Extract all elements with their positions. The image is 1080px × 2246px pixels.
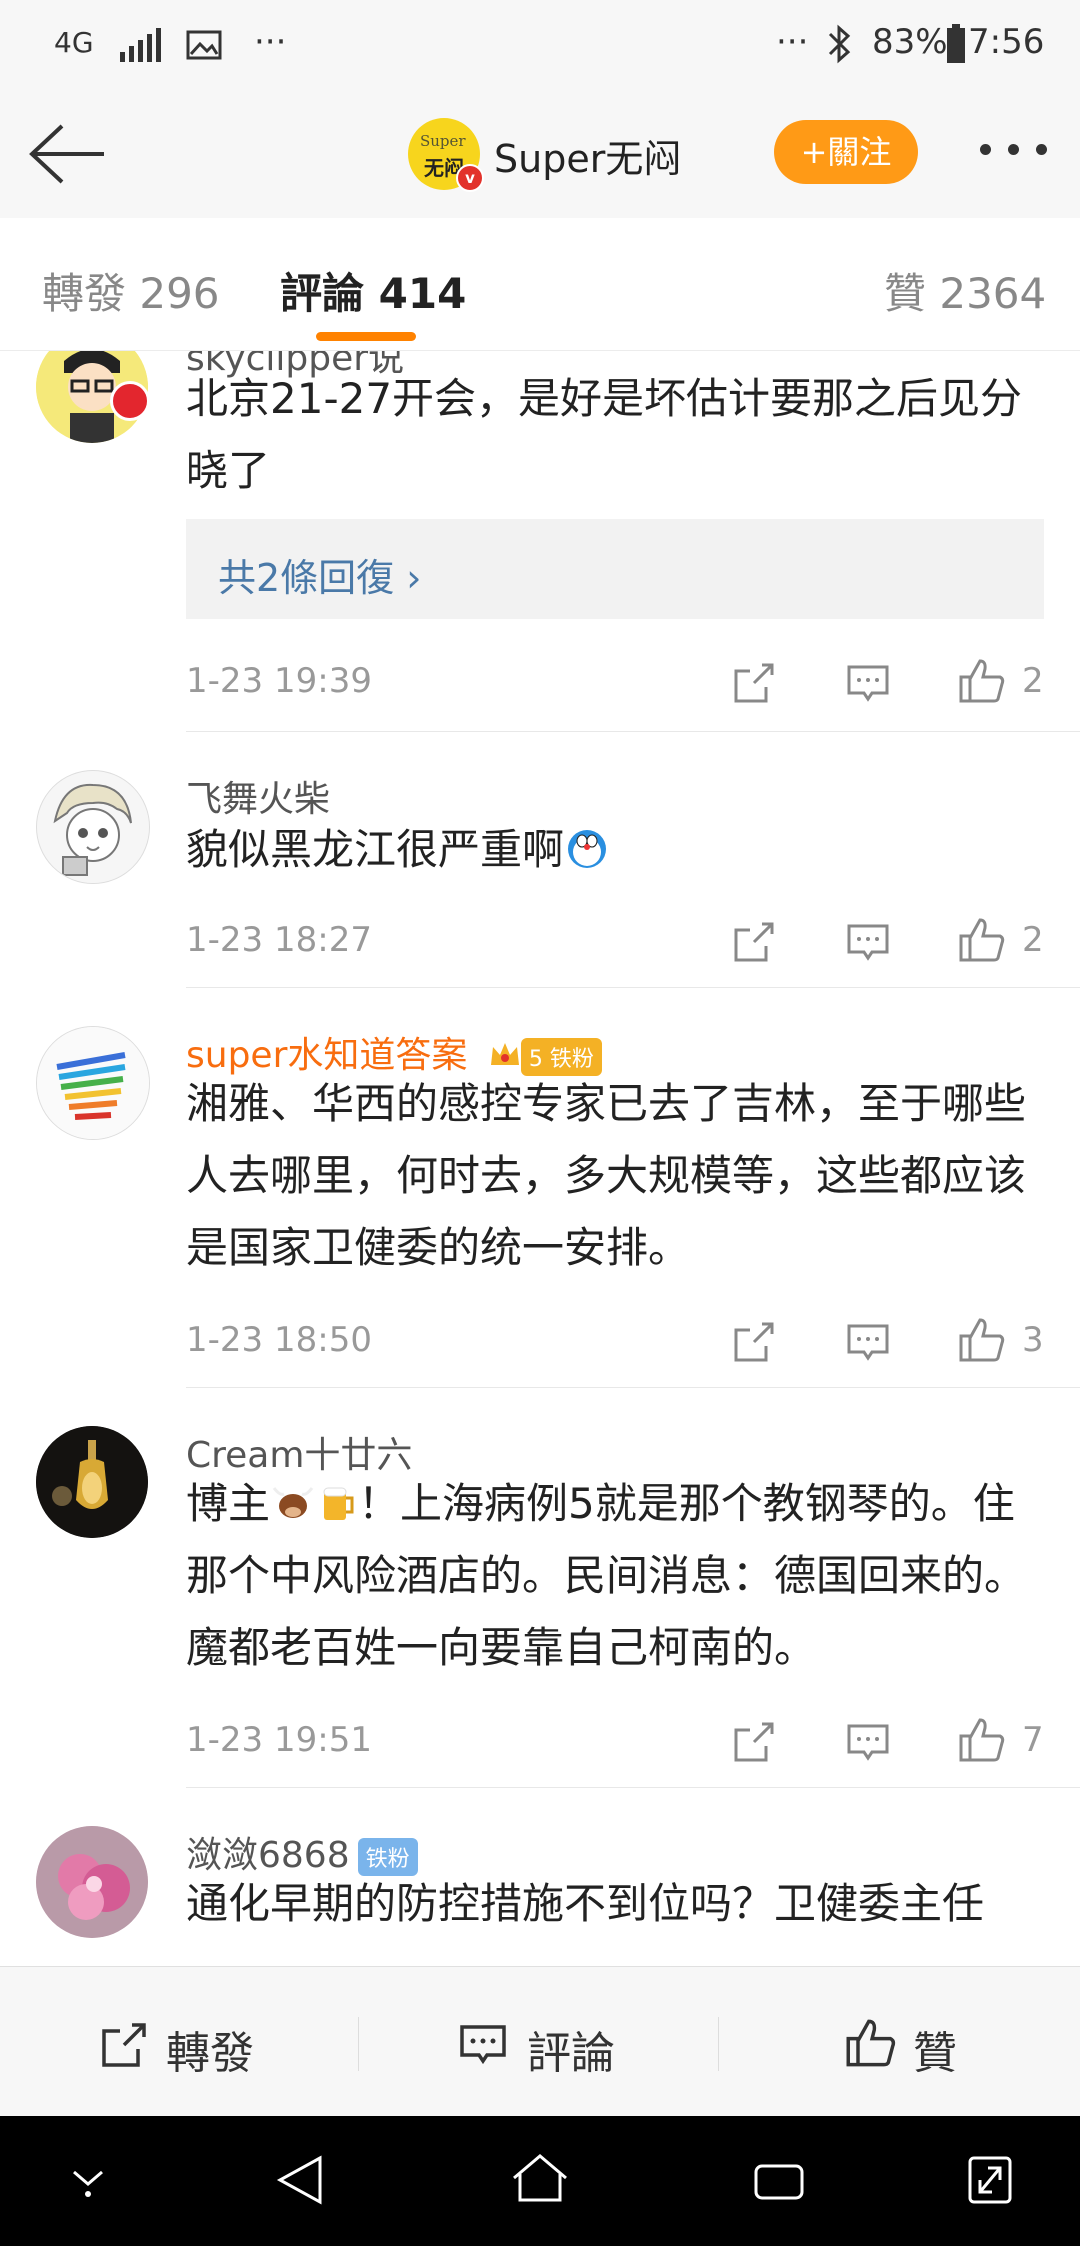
comment-time: 1-23 19:51 xyxy=(186,1720,372,1760)
clock: 7:56 xyxy=(968,22,1045,62)
logo-text-top: Super xyxy=(420,132,466,150)
comment-time: 1-23 18:50 xyxy=(186,1320,372,1360)
comment-action[interactable]: 評論 xyxy=(359,1967,718,2117)
more-options-icon[interactable] xyxy=(978,138,1050,162)
recents-nav-icon[interactable] xyxy=(752,2160,806,2204)
like-action[interactable]: 贊 xyxy=(719,1967,1080,2117)
comment-text-start: 博主 xyxy=(186,1479,271,1528)
comment-time: 1-23 18:27 xyxy=(186,920,372,960)
active-tab-indicator xyxy=(316,332,416,341)
comment-label: 評論 xyxy=(527,2028,615,2079)
comment-text: 通化早期的防控措施不到位吗？卫健委主任 xyxy=(186,1879,985,1928)
repost-icon[interactable] xyxy=(732,1320,776,1364)
comment-item: 飞舞火柴 貌似黑龙江很严重啊 1-23 18:27 2 xyxy=(0,732,1080,988)
comment-text: 北京21-27开会，是好是坏估计要那之后见分晓了 xyxy=(186,374,1023,495)
like-count: 2 xyxy=(1022,661,1044,701)
avatar[interactable] xyxy=(36,1026,150,1140)
like-icon[interactable] xyxy=(958,1716,1006,1764)
reply-icon[interactable] xyxy=(846,661,890,705)
bottom-action-bar: 轉發 評論 贊 xyxy=(0,1966,1080,2117)
status-bar: 4G ··· ··· 83% 7:56 xyxy=(0,0,1080,90)
doraemon-emoji-icon xyxy=(568,830,607,868)
repost-label: 轉發 xyxy=(166,2028,254,2079)
avatar[interactable] xyxy=(36,770,150,884)
top-nav-bar: Super 无闷 v Super无闷 +關注 xyxy=(0,90,1080,219)
signal-icon xyxy=(120,28,161,62)
back-nav-icon[interactable] xyxy=(276,2154,324,2206)
comment-item: skyclipper说 北京21-27开会，是好是坏估计要那之后见分晓了 共2條… xyxy=(0,351,1080,732)
battery-icon xyxy=(947,24,965,63)
comment-icon xyxy=(460,2025,506,2065)
expand-screen-icon[interactable] xyxy=(966,2154,1014,2206)
reply-icon[interactable] xyxy=(846,1720,890,1764)
comment-list[interactable]: skyclipper说 北京21-27开会，是好是坏估计要那之后见分晓了 共2條… xyxy=(0,351,1080,1966)
replies-label: 共2條回復 › xyxy=(218,556,422,600)
status-overflow-right: ··· xyxy=(776,22,809,62)
back-arrow-icon[interactable] xyxy=(28,122,108,186)
comment-text: 湘雅、华西的感控专家已去了吉林，至于哪些人去哪里，何时去，多大规模等，这些都应该… xyxy=(186,1079,1027,1272)
like-count: 3 xyxy=(1022,1320,1044,1360)
crown-icon xyxy=(490,1043,519,1065)
bull-emoji-icon xyxy=(272,1487,314,1518)
replies-link[interactable]: 共2條回復 › xyxy=(186,519,1044,619)
repost-action[interactable]: 轉發 xyxy=(0,1967,358,2117)
home-nav-icon[interactable] xyxy=(510,2152,570,2208)
like-icon[interactable] xyxy=(958,657,1006,705)
hk-flag-badge-icon xyxy=(110,381,150,421)
repost-icon[interactable] xyxy=(732,661,776,705)
image-icon xyxy=(186,30,222,60)
avatar[interactable] xyxy=(36,1826,148,1938)
like-label: 贊 xyxy=(913,2028,957,2079)
like-icon xyxy=(846,2019,896,2067)
repost-icon xyxy=(102,2023,146,2067)
like-count: 2 xyxy=(1022,920,1044,960)
author-avatar[interactable]: Super 无闷 v xyxy=(408,118,484,192)
like-icon[interactable] xyxy=(958,1316,1006,1364)
reply-icon[interactable] xyxy=(846,920,890,964)
avatar[interactable] xyxy=(36,1426,148,1538)
repost-icon[interactable] xyxy=(732,1720,776,1764)
comment-item: 潋潋6868 铁粉 通化早期的防控措施不到位吗？卫健委主任 xyxy=(0,1788,1080,1966)
reply-icon[interactable] xyxy=(846,1320,890,1364)
repost-icon[interactable] xyxy=(732,920,776,964)
comment-text: 博主 ！上海病例5就是那个教钢琴的。住那个中风险酒店的。民间消息：德国回来的。 魔… xyxy=(186,1468,1046,1684)
comment-time: 1-23 19:39 xyxy=(186,661,372,701)
tab-likes[interactable]: 贊 2364 xyxy=(884,260,1046,321)
tab-comments[interactable]: 評論 414 xyxy=(280,260,466,321)
tab-bar: 轉發 296 評論 414 贊 2364 xyxy=(0,218,1080,351)
comment-item: Cream十廿六 博主 ！上海病例5就是那个教钢琴的。住那个中风险酒店的。民间消息… xyxy=(0,1388,1080,1788)
battery-percent: 83% xyxy=(872,22,948,62)
beer-emoji-icon xyxy=(323,1487,354,1520)
like-count: 7 xyxy=(1022,1720,1044,1760)
author-name[interactable]: Super无闷 xyxy=(494,128,681,183)
comment-item: super水知道答案 5 铁粉 湘雅、华西的感控专家已去了吉林，至于哪些人去哪里… xyxy=(0,988,1080,1388)
network-indicator: 4G xyxy=(54,26,94,59)
comment-text-content: 貌似黑龙江很严重啊 xyxy=(186,825,565,874)
system-nav-bar xyxy=(0,2116,1080,2246)
notification-overflow: ··· xyxy=(254,22,287,62)
follow-button[interactable]: +關注 xyxy=(774,120,918,184)
verified-badge-icon: v xyxy=(456,164,484,192)
bluetooth-icon xyxy=(828,24,851,64)
tab-repost[interactable]: 轉發 296 xyxy=(42,260,220,321)
collapse-chevron-icon[interactable] xyxy=(66,2160,110,2200)
comment-text: 貌似黑龙江很严重啊 xyxy=(186,814,1046,886)
like-icon[interactable] xyxy=(958,916,1006,964)
